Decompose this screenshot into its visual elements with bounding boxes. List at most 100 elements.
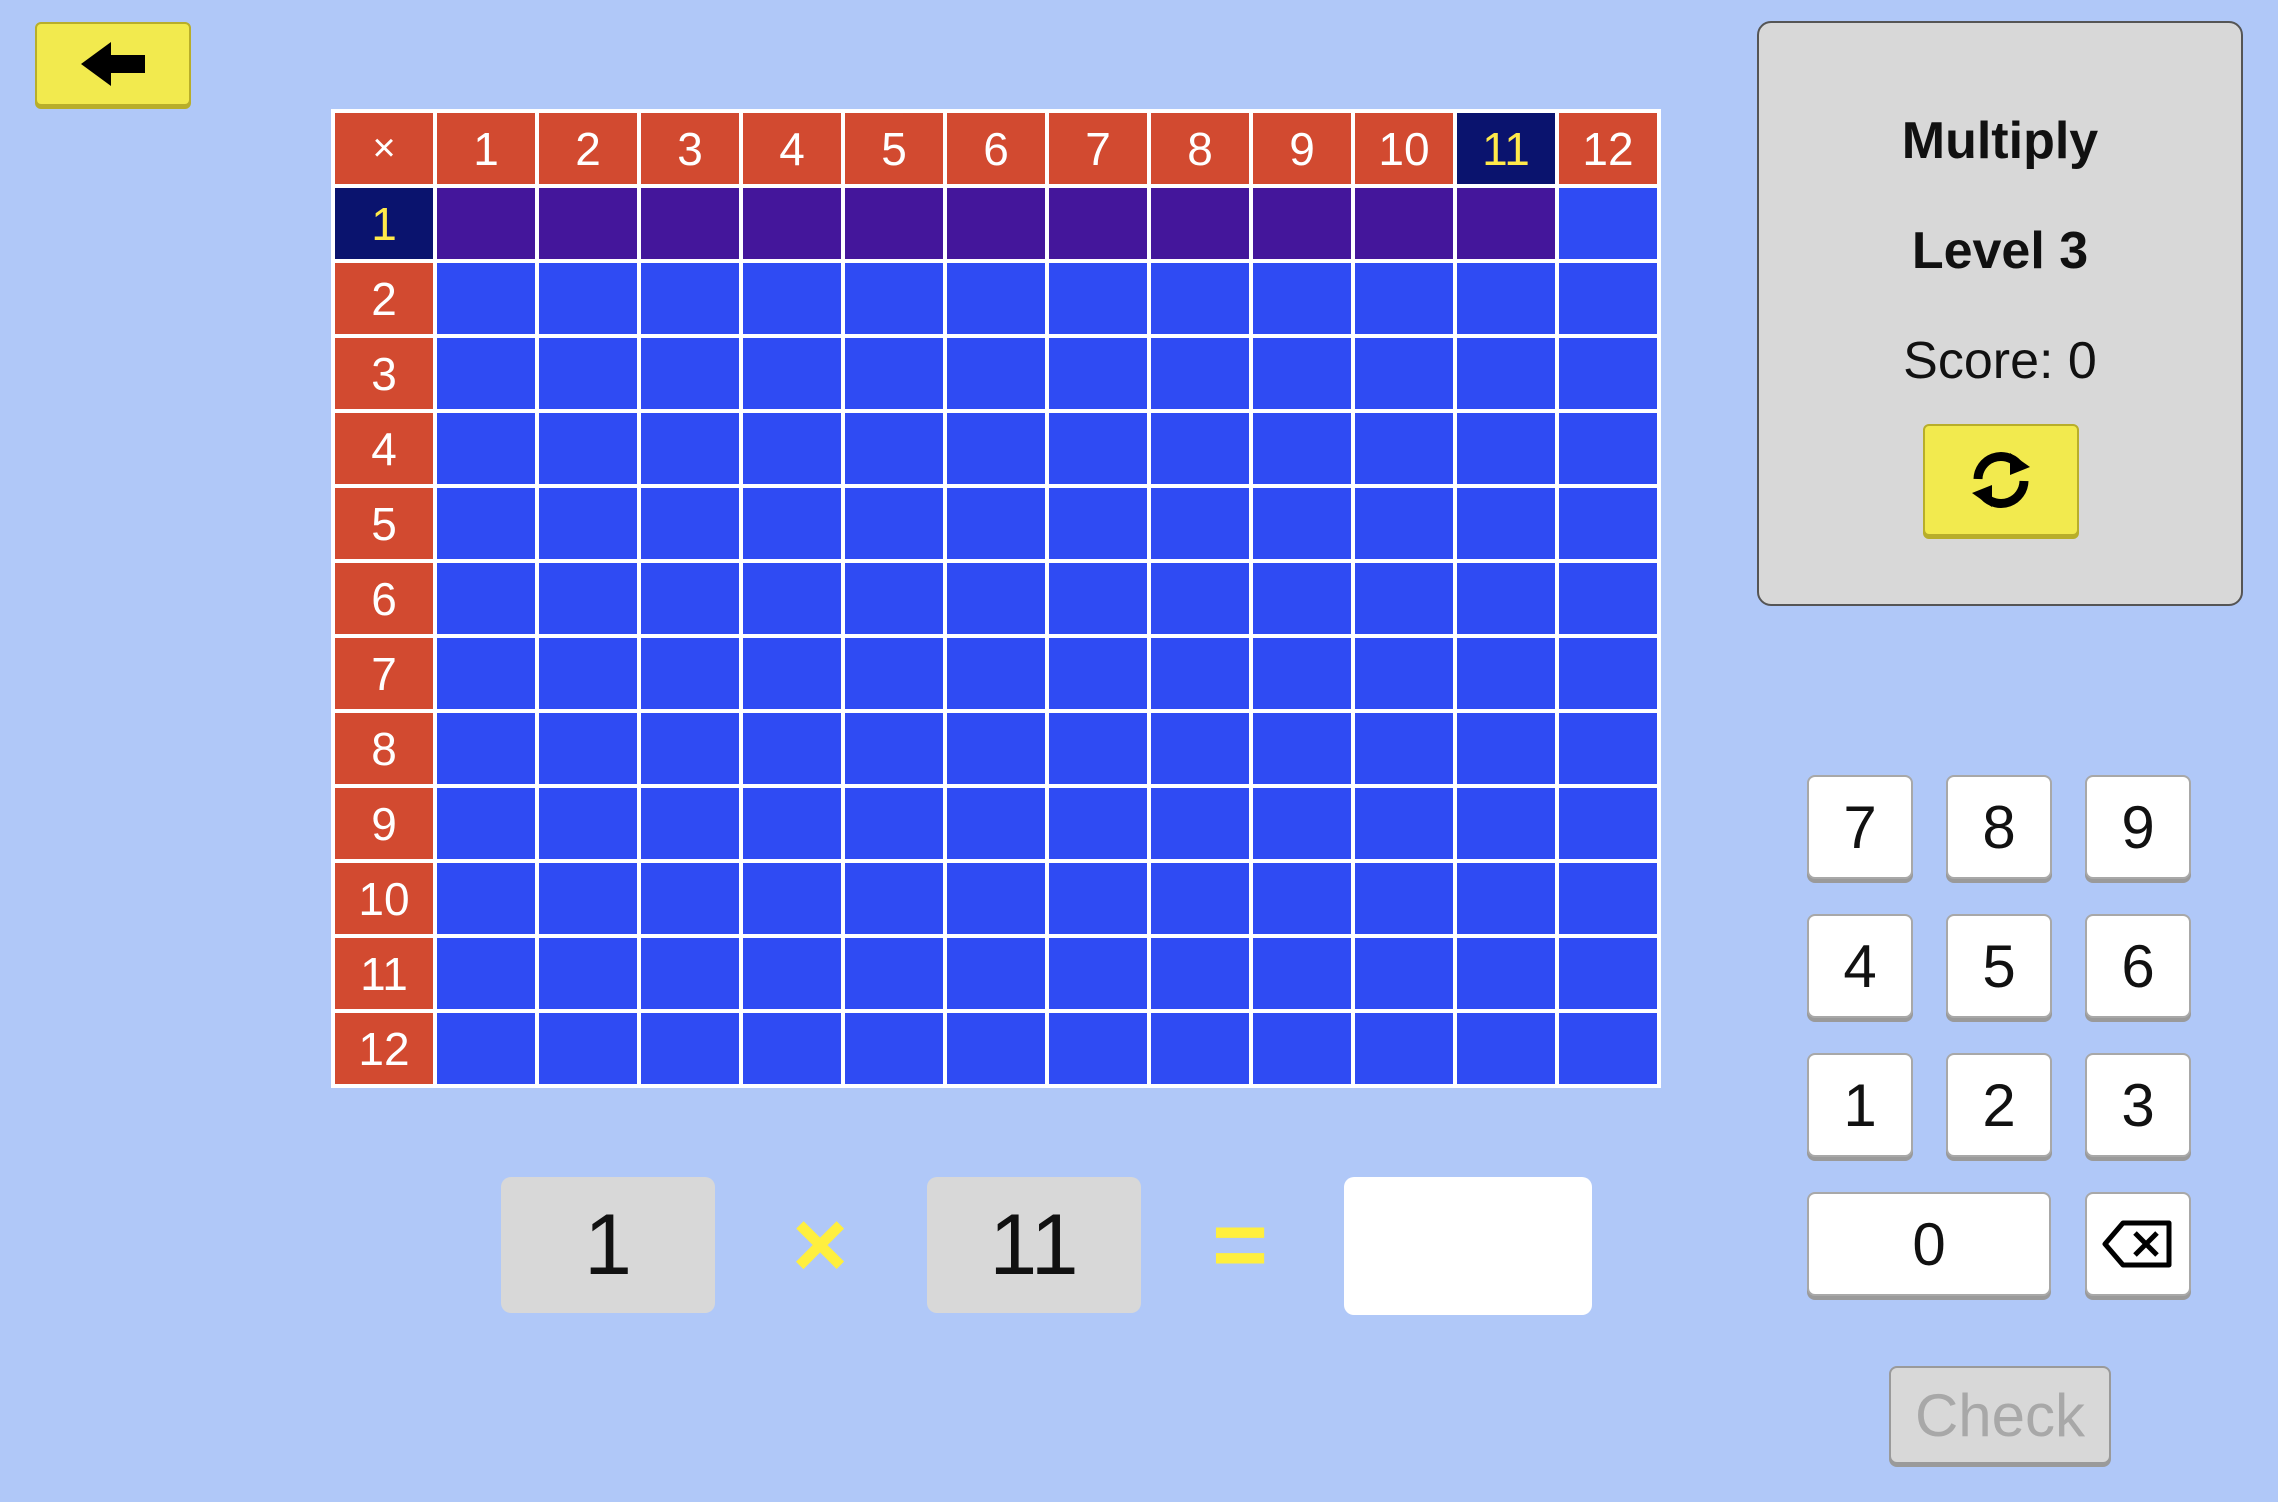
grid-cell-6x4[interactable] — [743, 563, 841, 634]
grid-cell-9x11[interactable] — [1457, 788, 1555, 859]
grid-cell-5x10[interactable] — [1355, 488, 1453, 559]
grid-cell-7x8[interactable] — [1151, 638, 1249, 709]
grid-cell-9x7[interactable] — [1049, 788, 1147, 859]
grid-cell-12x11[interactable] — [1457, 1013, 1555, 1084]
grid-cell-6x12[interactable] — [1559, 563, 1657, 634]
grid-cell-12x3[interactable] — [641, 1013, 739, 1084]
grid-cell-2x5[interactable] — [845, 263, 943, 334]
grid-cell-7x11[interactable] — [1457, 638, 1555, 709]
grid-cell-6x3[interactable] — [641, 563, 739, 634]
grid-cell-5x7[interactable] — [1049, 488, 1147, 559]
grid-cell-10x3[interactable] — [641, 863, 739, 934]
grid-cell-9x10[interactable] — [1355, 788, 1453, 859]
grid-cell-4x8[interactable] — [1151, 413, 1249, 484]
grid-cell-10x5[interactable] — [845, 863, 943, 934]
grid-cell-5x11[interactable] — [1457, 488, 1555, 559]
grid-cell-1x10[interactable] — [1355, 188, 1453, 259]
grid-cell-1x5[interactable] — [845, 188, 943, 259]
grid-cell-9x12[interactable] — [1559, 788, 1657, 859]
grid-cell-3x1[interactable] — [437, 338, 535, 409]
back-button[interactable] — [35, 22, 191, 106]
key-5[interactable]: 5 — [1946, 914, 2052, 1018]
grid-cell-7x2[interactable] — [539, 638, 637, 709]
grid-cell-10x12[interactable] — [1559, 863, 1657, 934]
grid-cell-8x5[interactable] — [845, 713, 943, 784]
grid-cell-1x8[interactable] — [1151, 188, 1249, 259]
grid-cell-9x1[interactable] — [437, 788, 535, 859]
grid-cell-11x2[interactable] — [539, 938, 637, 1009]
grid-cell-10x9[interactable] — [1253, 863, 1351, 934]
grid-cell-9x2[interactable] — [539, 788, 637, 859]
grid-cell-5x4[interactable] — [743, 488, 841, 559]
grid-cell-6x8[interactable] — [1151, 563, 1249, 634]
grid-cell-6x6[interactable] — [947, 563, 1045, 634]
grid-cell-11x6[interactable] — [947, 938, 1045, 1009]
grid-cell-7x3[interactable] — [641, 638, 739, 709]
grid-cell-12x10[interactable] — [1355, 1013, 1453, 1084]
grid-cell-7x9[interactable] — [1253, 638, 1351, 709]
grid-cell-12x12[interactable] — [1559, 1013, 1657, 1084]
grid-cell-12x4[interactable] — [743, 1013, 841, 1084]
grid-cell-3x11[interactable] — [1457, 338, 1555, 409]
grid-cell-3x12[interactable] — [1559, 338, 1657, 409]
grid-cell-11x3[interactable] — [641, 938, 739, 1009]
grid-cell-5x8[interactable] — [1151, 488, 1249, 559]
grid-cell-8x12[interactable] — [1559, 713, 1657, 784]
grid-cell-4x3[interactable] — [641, 413, 739, 484]
grid-cell-11x10[interactable] — [1355, 938, 1453, 1009]
grid-cell-6x9[interactable] — [1253, 563, 1351, 634]
refresh-button[interactable] — [1923, 424, 2079, 536]
grid-cell-5x12[interactable] — [1559, 488, 1657, 559]
grid-cell-2x4[interactable] — [743, 263, 841, 334]
grid-cell-1x7[interactable] — [1049, 188, 1147, 259]
grid-cell-6x2[interactable] — [539, 563, 637, 634]
grid-cell-8x6[interactable] — [947, 713, 1045, 784]
grid-cell-8x2[interactable] — [539, 713, 637, 784]
grid-cell-2x6[interactable] — [947, 263, 1045, 334]
grid-cell-9x8[interactable] — [1151, 788, 1249, 859]
key-4[interactable]: 4 — [1807, 914, 1913, 1018]
grid-cell-4x1[interactable] — [437, 413, 535, 484]
grid-cell-3x10[interactable] — [1355, 338, 1453, 409]
grid-cell-1x4[interactable] — [743, 188, 841, 259]
grid-cell-5x5[interactable] — [845, 488, 943, 559]
grid-cell-6x11[interactable] — [1457, 563, 1555, 634]
grid-cell-5x6[interactable] — [947, 488, 1045, 559]
grid-cell-12x5[interactable] — [845, 1013, 943, 1084]
grid-cell-10x7[interactable] — [1049, 863, 1147, 934]
grid-cell-9x5[interactable] — [845, 788, 943, 859]
grid-cell-3x6[interactable] — [947, 338, 1045, 409]
grid-cell-4x6[interactable] — [947, 413, 1045, 484]
grid-cell-6x7[interactable] — [1049, 563, 1147, 634]
grid-cell-8x11[interactable] — [1457, 713, 1555, 784]
grid-cell-1x3[interactable] — [641, 188, 739, 259]
grid-cell-6x5[interactable] — [845, 563, 943, 634]
grid-cell-10x11[interactable] — [1457, 863, 1555, 934]
grid-cell-10x4[interactable] — [743, 863, 841, 934]
key-6[interactable]: 6 — [2085, 914, 2191, 1018]
grid-cell-5x1[interactable] — [437, 488, 535, 559]
grid-cell-11x5[interactable] — [845, 938, 943, 1009]
grid-cell-7x1[interactable] — [437, 638, 535, 709]
grid-cell-7x5[interactable] — [845, 638, 943, 709]
key-2[interactable]: 2 — [1946, 1053, 2052, 1157]
grid-cell-9x6[interactable] — [947, 788, 1045, 859]
key-8[interactable]: 8 — [1946, 775, 2052, 879]
grid-cell-2x7[interactable] — [1049, 263, 1147, 334]
grid-cell-2x1[interactable] — [437, 263, 535, 334]
grid-cell-8x7[interactable] — [1049, 713, 1147, 784]
grid-cell-4x10[interactable] — [1355, 413, 1453, 484]
grid-cell-5x3[interactable] — [641, 488, 739, 559]
key-0[interactable]: 0 — [1807, 1192, 2051, 1296]
grid-cell-1x6[interactable] — [947, 188, 1045, 259]
backspace-button[interactable] — [2085, 1192, 2191, 1296]
grid-cell-7x10[interactable] — [1355, 638, 1453, 709]
grid-cell-10x1[interactable] — [437, 863, 535, 934]
grid-cell-4x2[interactable] — [539, 413, 637, 484]
grid-cell-2x11[interactable] — [1457, 263, 1555, 334]
grid-cell-3x9[interactable] — [1253, 338, 1351, 409]
grid-cell-7x7[interactable] — [1049, 638, 1147, 709]
grid-cell-4x12[interactable] — [1559, 413, 1657, 484]
grid-cell-1x9[interactable] — [1253, 188, 1351, 259]
grid-cell-12x2[interactable] — [539, 1013, 637, 1084]
